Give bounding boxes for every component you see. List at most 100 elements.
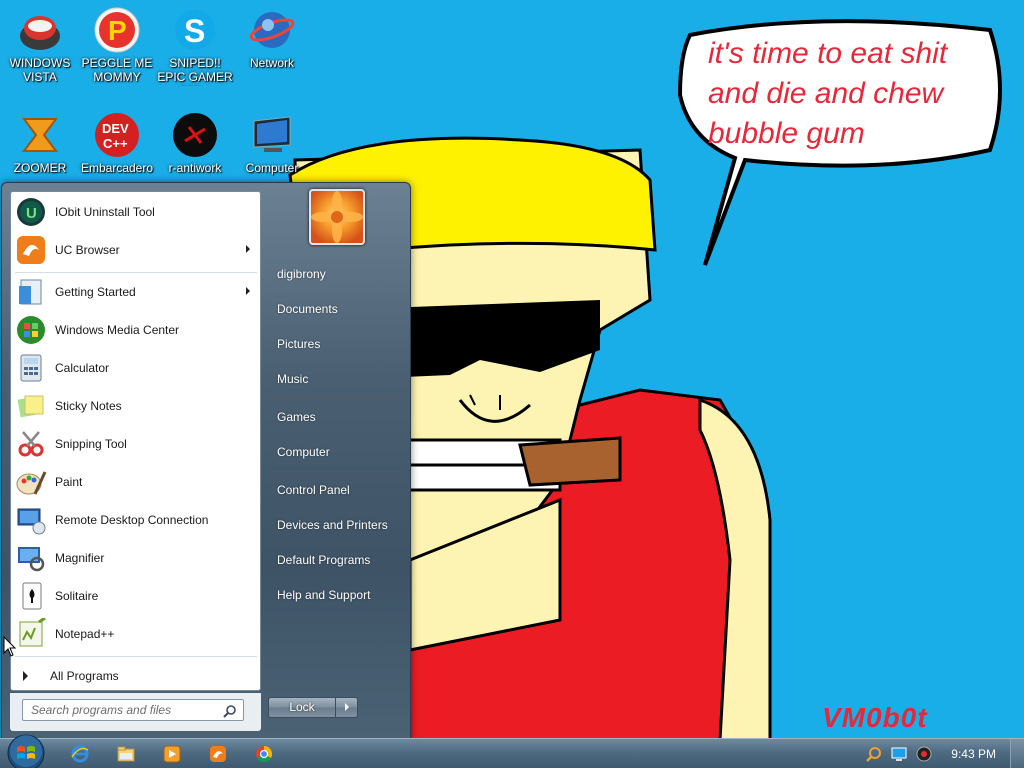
monitor-icon[interactable] bbox=[891, 746, 907, 762]
submenu-arrow-icon[interactable] bbox=[246, 287, 250, 295]
media-player-icon bbox=[163, 745, 181, 763]
place-label: Music bbox=[277, 372, 309, 386]
pinned-separator bbox=[15, 272, 257, 273]
place-documents[interactable]: Documents bbox=[269, 294, 409, 324]
snipping-tool-icon bbox=[18, 431, 44, 457]
program-snipping-tool[interactable]: Snipping Tool bbox=[13, 426, 258, 462]
program-sticky-notes[interactable]: Sticky Notes bbox=[13, 388, 258, 424]
program-label: Windows Media Center bbox=[55, 323, 180, 337]
program-iobit-uninstaller[interactable]: U IObit Uninstall Tool bbox=[13, 194, 258, 230]
place-help-and-support[interactable]: Help and Support bbox=[269, 580, 409, 610]
places-separator bbox=[272, 398, 402, 399]
artist-signature: VM0b0t bbox=[822, 702, 928, 733]
place-pictures[interactable]: Pictures bbox=[269, 329, 409, 359]
desktop-icon-embarcadero[interactable]: DEV C++ Embarcadero bbox=[77, 105, 157, 191]
place-label: Pictures bbox=[277, 337, 321, 351]
program-label: Notepad++ bbox=[55, 627, 115, 641]
desktop-icon-computer[interactable]: Computer bbox=[232, 105, 312, 191]
notepad-plus-plus-icon bbox=[19, 618, 46, 647]
calculator-icon bbox=[20, 354, 42, 382]
desktop-icon-r-antiwork[interactable]: r-antiwork bbox=[155, 105, 235, 191]
place-default-programs[interactable]: Default Programs bbox=[269, 545, 409, 575]
place-label: Computer bbox=[277, 445, 330, 459]
desktop-icon-windows-vista[interactable]: WINDOWS VISTA bbox=[0, 0, 80, 86]
internet-explorer-icon bbox=[71, 745, 89, 763]
place-user-folder[interactable]: digibrony bbox=[269, 259, 409, 289]
place-music[interactable]: Music bbox=[269, 364, 409, 394]
program-label: Getting Started bbox=[55, 285, 136, 299]
program-paint[interactable]: Paint bbox=[13, 464, 258, 500]
program-label: Magnifier bbox=[55, 551, 105, 565]
taskbar-chrome[interactable] bbox=[245, 742, 283, 766]
search-icon[interactable] bbox=[223, 704, 237, 718]
show-desktop-button[interactable] bbox=[1010, 739, 1024, 768]
program-windows-media-center[interactable]: Windows Media Center bbox=[13, 312, 258, 348]
program-remote-desktop[interactable]: Remote Desktop Connection bbox=[13, 502, 258, 538]
network-icon bbox=[249, 12, 295, 48]
program-getting-started[interactable]: Getting Started bbox=[13, 274, 258, 310]
search-placeholder: Search programs and files bbox=[31, 703, 172, 717]
speech-bubble-text: it's time to eat shit and die and chew b… bbox=[708, 34, 998, 154]
skype-icon: S bbox=[175, 10, 215, 50]
power-options-arrow-button[interactable] bbox=[335, 697, 358, 718]
program-magnifier[interactable]: Magnifier bbox=[13, 540, 258, 576]
program-label: UC Browser bbox=[55, 243, 120, 257]
svg-text:DEV: DEV bbox=[102, 121, 129, 136]
program-label: Solitaire bbox=[55, 589, 99, 603]
media-center-icon bbox=[17, 316, 45, 344]
all-programs-button[interactable]: All Programs bbox=[21, 666, 251, 686]
desktop-icon-sniped[interactable]: S SNIPED!! EPIC GAMER 360... bbox=[155, 0, 235, 86]
search-input[interactable]: Search programs and files bbox=[22, 699, 244, 721]
program-solitaire[interactable]: Solitaire bbox=[13, 578, 258, 614]
zoomer-icon bbox=[22, 118, 58, 152]
paint-icon bbox=[16, 471, 47, 495]
svg-text:P: P bbox=[108, 15, 127, 46]
speech-line-1: it's time to eat shit bbox=[708, 37, 948, 70]
magnifier-icon bbox=[18, 547, 45, 572]
taskbar-uc-browser[interactable] bbox=[199, 742, 237, 766]
all-programs-label: All Programs bbox=[50, 669, 119, 683]
flower-icon bbox=[311, 191, 363, 243]
r-antiwork-icon bbox=[173, 113, 217, 157]
place-games[interactable]: Games bbox=[269, 402, 409, 432]
start-menu: U IObit Uninstall Tool UC Browser Gettin… bbox=[1, 182, 411, 740]
desktop-icon-zoomer[interactable]: ZOOMER bbox=[0, 105, 80, 191]
program-uc-browser[interactable]: UC Browser bbox=[13, 232, 258, 268]
chevron-right-icon bbox=[345, 703, 349, 711]
taskbar-clock[interactable]: 9:43 PM bbox=[951, 747, 996, 761]
sticky-notes-icon bbox=[17, 395, 44, 418]
programs-pane: U IObit Uninstall Tool UC Browser Gettin… bbox=[10, 191, 261, 691]
taskbar-media-player[interactable] bbox=[153, 742, 191, 766]
lock-button[interactable]: Lock bbox=[268, 697, 336, 718]
submenu-arrow-icon[interactable] bbox=[246, 245, 250, 253]
start-button[interactable] bbox=[6, 733, 46, 768]
place-devices-and-printers[interactable]: Devices and Printers bbox=[269, 510, 409, 540]
chrome-icon bbox=[256, 745, 273, 763]
record-icon[interactable] bbox=[916, 746, 932, 762]
speech-line-3: bubble gum bbox=[708, 117, 865, 150]
place-computer[interactable]: Computer bbox=[269, 437, 409, 467]
solitaire-icon bbox=[22, 582, 42, 610]
taskbar-explorer[interactable] bbox=[107, 742, 145, 766]
svg-text:S: S bbox=[184, 13, 205, 49]
uc-browser-icon bbox=[210, 746, 226, 762]
program-notepad-plus-plus[interactable]: Notepad++ bbox=[13, 616, 258, 652]
taskbar-internet-explorer[interactable] bbox=[61, 742, 99, 766]
svg-text:U: U bbox=[26, 205, 37, 222]
dev-cpp-icon: DEV C++ bbox=[95, 113, 139, 157]
getting-started-icon bbox=[19, 279, 42, 305]
place-label: Games bbox=[277, 410, 316, 424]
program-label: Sticky Notes bbox=[55, 399, 122, 413]
user-avatar[interactable] bbox=[309, 189, 365, 245]
search-icon[interactable] bbox=[866, 746, 882, 762]
desktop-icon-peggle[interactable]: P PEGGLE ME MOMMY bbox=[77, 0, 157, 86]
desktop-icon-label: PEGGLE ME MOMMY bbox=[81, 56, 153, 84]
desktop-icon-network[interactable]: Network bbox=[232, 0, 312, 86]
place-control-panel[interactable]: Control Panel bbox=[269, 475, 409, 505]
computer-icon bbox=[253, 116, 291, 152]
program-calculator[interactable]: Calculator bbox=[13, 350, 258, 386]
windows-vista-icon bbox=[20, 16, 60, 50]
desktop-icon-label: SNIPED!! EPIC GAMER 360... bbox=[157, 56, 233, 86]
place-label: Devices and Printers bbox=[277, 518, 388, 532]
peggle-icon: P bbox=[94, 7, 140, 53]
